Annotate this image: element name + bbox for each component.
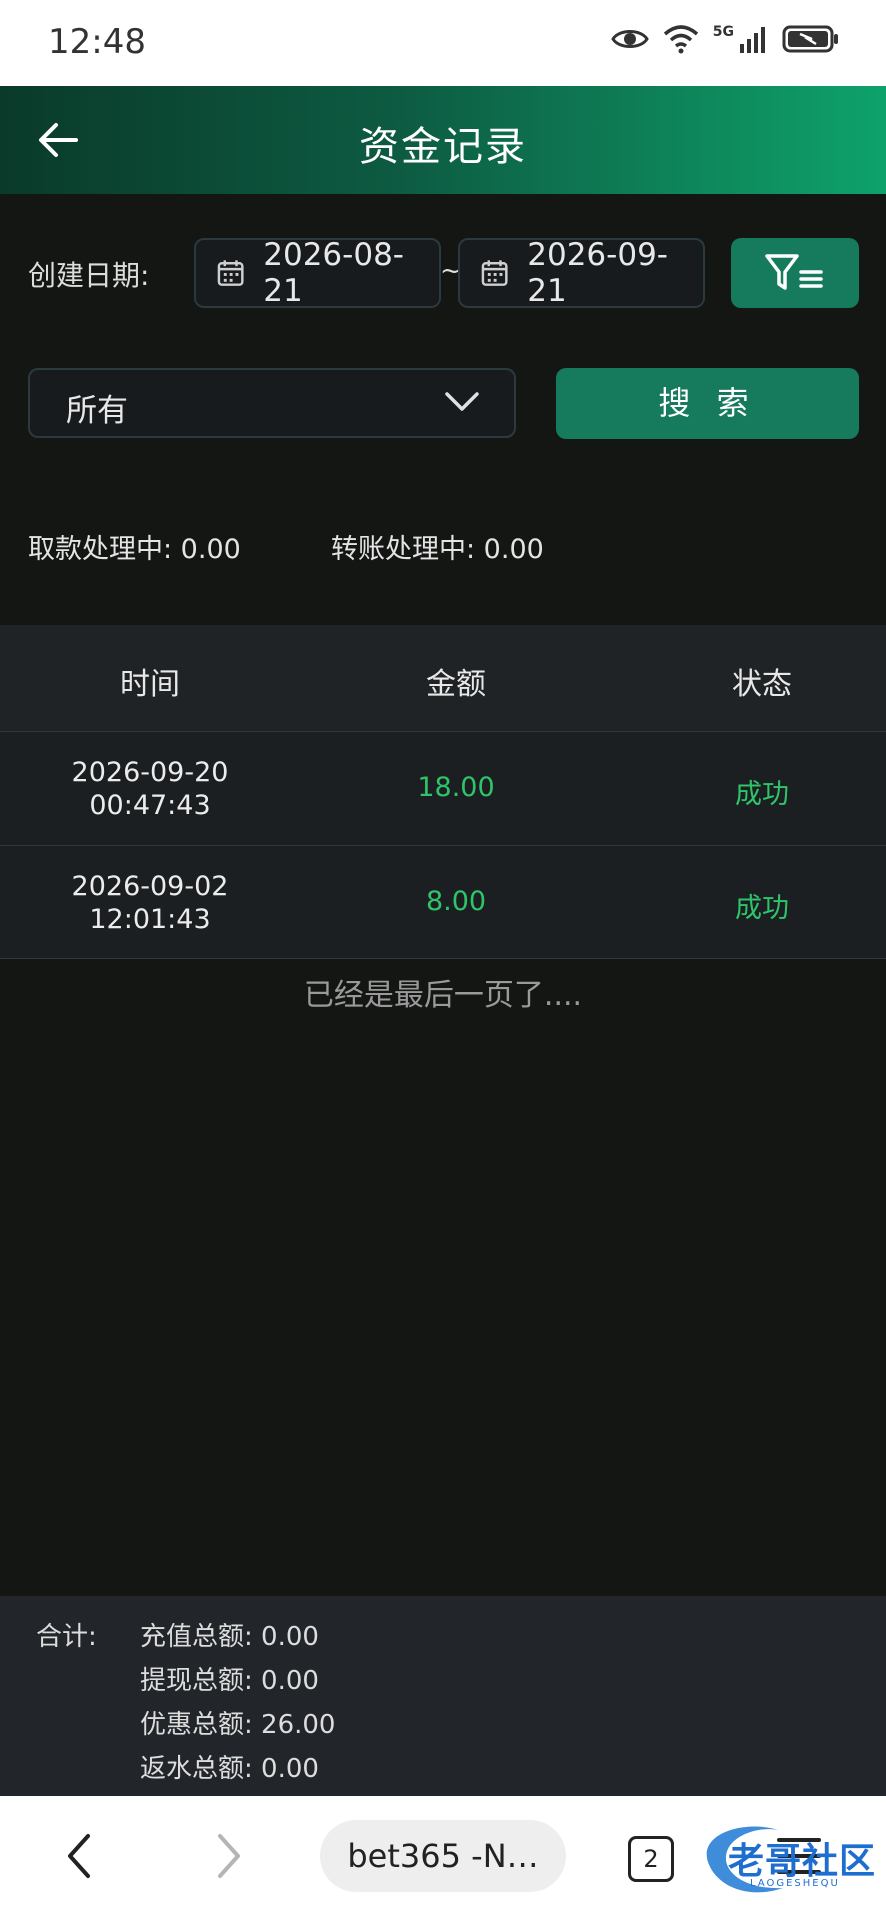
- summary-rebate-total: 返水总额: 0.00: [140, 1754, 319, 1784]
- row-date: 2026-09-02: [71, 871, 229, 902]
- page-title: 资金记录: [359, 124, 527, 170]
- table-row[interactable]: 2026-09-02 12:01:43 8.00 成功: [0, 845, 886, 959]
- wifi-icon: [663, 25, 698, 54]
- type-select-value: 所有: [66, 393, 128, 429]
- row-amount: 8.00: [425, 886, 487, 917]
- battery-icon: [782, 25, 838, 53]
- browser-toolbar: bet365 -N… 2 老哥社区 LAOGESHEQU: [0, 1796, 886, 1920]
- row-amount: 18.00: [417, 772, 495, 803]
- network-type: 5G: [712, 24, 734, 40]
- row-time: 00:47:43: [89, 790, 211, 821]
- summary-bonus-total: 优惠总额: 26.00: [140, 1710, 336, 1740]
- column-header-time: 时间: [120, 667, 180, 702]
- summary-label: 合计:: [36, 1622, 97, 1652]
- end-of-list-text: 已经是最后一页了....: [303, 978, 583, 1013]
- status-bar: 12:48 5G: [0, 0, 886, 86]
- end-date-input[interactable]: 2026-09-21: [458, 237, 705, 309]
- watermark-logo: 老哥社区 LAOGESHEQU: [688, 1812, 878, 1904]
- withdraw-pending: 取款处理中: 0.00: [28, 534, 241, 565]
- summary-panel: 合计: 充值总额: 0.00 提现总额: 0.00 优惠总额: 26.00 返水…: [0, 1596, 886, 1796]
- tabs-button[interactable]: 2: [628, 1836, 674, 1882]
- chevron-down-icon: [445, 392, 479, 411]
- summary-deposit-total: 充值总额: 0.00: [140, 1622, 319, 1652]
- row-status: 成功: [735, 893, 789, 924]
- table-header: 时间 金额 状态: [0, 625, 886, 731]
- eye-icon: [611, 30, 649, 48]
- chevron-left-icon[interactable]: [64, 1832, 94, 1880]
- signal-icon: [740, 27, 765, 53]
- row-date: 2026-09-20: [71, 757, 229, 788]
- watermark-subtext: LAOGESHEQU: [750, 1878, 840, 1889]
- table-divider: [0, 958, 886, 959]
- filter-button[interactable]: [731, 238, 859, 308]
- transfer-pending: 转账处理中: 0.00: [331, 534, 544, 565]
- row-status: 成功: [735, 779, 789, 810]
- table-row[interactable]: 2026-09-20 00:47:43 18.00 成功: [0, 731, 886, 845]
- end-date-value: 2026-09-21: [527, 237, 668, 309]
- column-header-status: 状态: [732, 667, 792, 702]
- watermark-text: 老哥社区: [728, 1841, 877, 1882]
- start-date-input[interactable]: 2026-08-21: [194, 237, 441, 309]
- calendar-icon: [481, 260, 508, 286]
- calendar-icon: [217, 260, 244, 286]
- chevron-right-icon[interactable]: [214, 1832, 244, 1880]
- page-header: 资金记录: [0, 86, 886, 194]
- start-date-value: 2026-08-21: [263, 237, 404, 309]
- row-time: 12:01:43: [89, 904, 211, 935]
- column-header-amount: 金额: [426, 667, 486, 702]
- summary-withdraw-total: 提现总额: 0.00: [140, 1666, 319, 1696]
- search-button[interactable]: 搜 索: [556, 368, 859, 439]
- address-bar[interactable]: bet365 -N…: [320, 1820, 566, 1892]
- status-time: 12:48: [48, 22, 146, 62]
- type-select[interactable]: 所有: [28, 368, 516, 438]
- filter-icon: [765, 254, 823, 290]
- date-label: 创建日期:: [28, 259, 150, 292]
